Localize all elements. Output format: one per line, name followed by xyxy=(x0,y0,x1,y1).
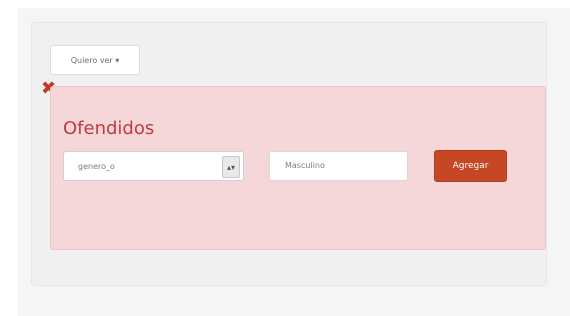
chevron-updown-icon[interactable]: ▴▾ xyxy=(222,156,240,178)
gender-value-input[interactable]: Masculino xyxy=(269,151,408,181)
view-dropdown-label: Quiero ver ▾ xyxy=(70,55,120,65)
panel-title: Ofendidos xyxy=(63,118,155,139)
add-button-label: Agregar xyxy=(452,161,489,171)
view-dropdown-button[interactable]: Quiero ver ▾ xyxy=(50,45,140,75)
add-button[interactable]: Agregar xyxy=(434,150,507,182)
gender-select-value: genero_o xyxy=(78,162,115,171)
gender-select[interactable]: genero_o ▴▾ xyxy=(63,151,244,181)
